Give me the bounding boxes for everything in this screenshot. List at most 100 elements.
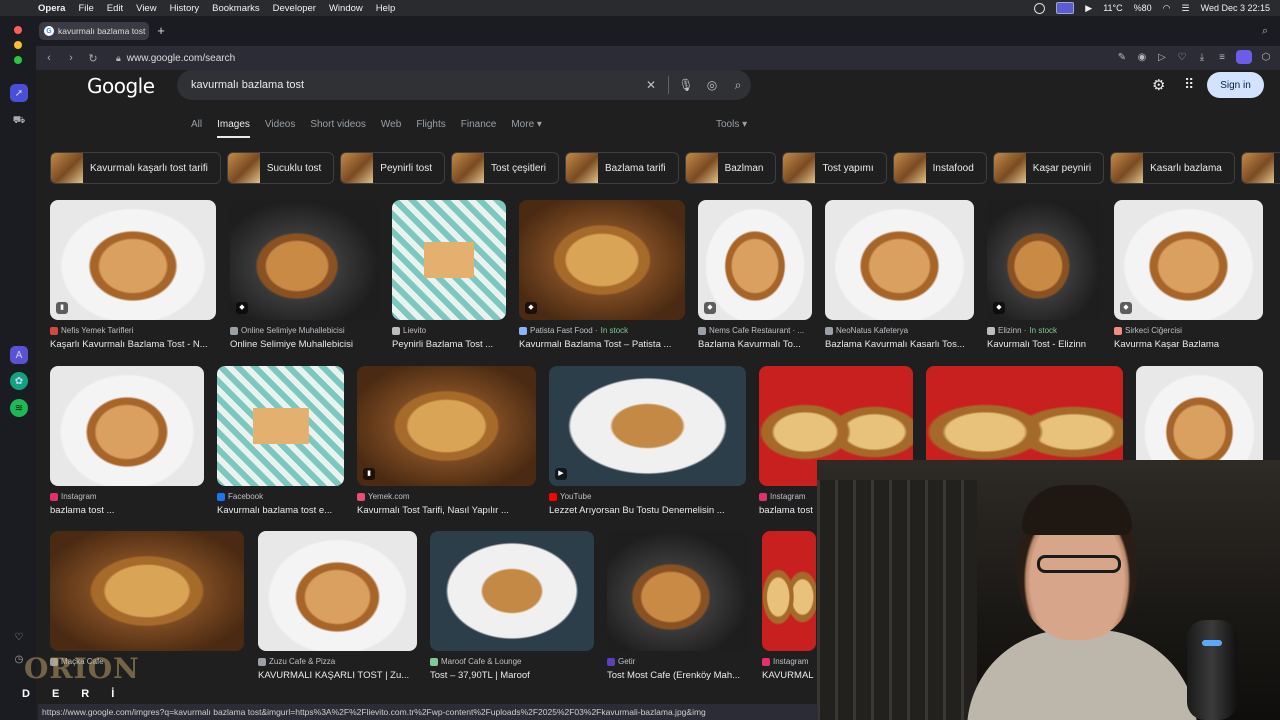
tab-more[interactable]: More ▾ bbox=[511, 119, 542, 138]
tab-google-search[interactable]: G kavurmalı bazlama tost bbox=[39, 22, 149, 40]
image-result[interactable]: NeoNatus Kafeterya Bazlama Kavurmalı Kas… bbox=[825, 200, 974, 350]
result-source[interactable]: Online Selimiye Muhallebicisi bbox=[230, 326, 379, 335]
weather-status[interactable]: 11°C bbox=[1103, 3, 1122, 13]
search-input[interactable]: kavurmalı bazlama tost bbox=[191, 79, 638, 91]
wifi-icon[interactable]: ◠ bbox=[1163, 3, 1171, 14]
result-source[interactable]: Getir bbox=[607, 657, 749, 666]
sidebar-app-icon[interactable]: A bbox=[10, 346, 28, 364]
spotify-icon[interactable]: ≋ bbox=[10, 399, 28, 417]
result-image[interactable]: ◆ bbox=[698, 200, 812, 320]
camera-icon[interactable]: ◉ bbox=[1136, 52, 1148, 63]
menu-window[interactable]: Window bbox=[329, 3, 363, 14]
result-image[interactable] bbox=[50, 531, 244, 651]
result-title[interactable]: Peynirli Bazlama Tost ... bbox=[392, 339, 506, 350]
lens-icon[interactable]: ◎ bbox=[699, 78, 725, 92]
result-image[interactable] bbox=[762, 531, 816, 651]
play-icon[interactable]: ▷ bbox=[1156, 52, 1168, 63]
result-title[interactable]: Kavurmalı bazlama tost e... bbox=[217, 505, 344, 516]
image-result[interactable]: Maçka Cafe bbox=[50, 531, 244, 670]
reload-icon[interactable]: ↻ bbox=[84, 52, 102, 65]
tab-all[interactable]: All bbox=[191, 119, 202, 138]
edit-icon[interactable]: ✎ bbox=[1116, 52, 1128, 63]
result-title[interactable]: Bazlama Kavurmalı To... bbox=[698, 339, 812, 350]
result-source[interactable]: YouTube bbox=[549, 492, 746, 501]
play-status-icon[interactable]: ▶ bbox=[1085, 3, 1092, 14]
result-image[interactable]: ◆ bbox=[1114, 200, 1263, 320]
tab-videos[interactable]: Videos bbox=[265, 119, 295, 138]
chip[interactable]: Bazlman bbox=[684, 152, 777, 184]
tab-short-videos[interactable]: Short videos bbox=[310, 119, 366, 138]
image-result[interactable]: ◆ Patista Fast Food · In stock Kavurmalı… bbox=[519, 200, 685, 350]
battery-status[interactable]: %80 bbox=[1134, 3, 1152, 13]
image-result[interactable]: ▮ Yemek.com Kavurmalı Tost Tarifi, Nasıl… bbox=[357, 366, 536, 516]
control-center-icon[interactable]: ☰ bbox=[1182, 3, 1190, 14]
result-source[interactable]: Sirkeci Ciğercisi bbox=[1114, 326, 1263, 335]
image-result[interactable]: ▮ Nefis Yemek Tarifleri Kaşarlı Kavurmal… bbox=[50, 200, 216, 350]
chip[interactable]: Kasarlı bazlama bbox=[1110, 152, 1235, 184]
result-source[interactable]: Nefis Yemek Tarifleri bbox=[50, 326, 216, 335]
extensions-icon[interactable]: ⬡ bbox=[1260, 52, 1272, 63]
image-result[interactable]: Facebook Kavurmalı bazlama tost e... bbox=[217, 366, 344, 516]
minimize-window-icon[interactable] bbox=[14, 41, 22, 49]
menu-edit[interactable]: Edit bbox=[107, 3, 123, 14]
screen-record-icon[interactable] bbox=[1056, 2, 1075, 14]
image-result[interactable]: ◆ Elizinn · In stock Kavurmalı Tost - El… bbox=[987, 200, 1101, 350]
menu-view[interactable]: View bbox=[136, 3, 156, 14]
image-result[interactable]: Instagram bazlama tost ... bbox=[50, 366, 204, 516]
chip[interactable]: Tost yapımı bbox=[782, 152, 887, 184]
tab-finance[interactable]: Finance bbox=[461, 119, 497, 138]
result-title[interactable]: Tost – 37,90TL | Maroof bbox=[430, 670, 594, 681]
result-source[interactable]: Elizinn · In stock bbox=[987, 326, 1101, 335]
clear-icon[interactable]: ✕ bbox=[638, 78, 664, 92]
image-result[interactable]: ◆ Sirkeci Ciğercisi Kavurma Kaşar Bazlam… bbox=[1114, 200, 1263, 350]
close-window-icon[interactable] bbox=[14, 26, 22, 34]
result-image[interactable]: ▶ bbox=[549, 366, 746, 486]
result-title[interactable]: KAVURMALI KAŞARLI TOST | Zu... bbox=[258, 670, 417, 681]
result-title[interactable]: Bazlama Kavurmalı Kasarlı Tos... bbox=[825, 339, 974, 350]
image-result[interactable]: Zuzu Cafe & Pizza KAVURMALI KAŞARLI TOST… bbox=[258, 531, 417, 681]
result-image[interactable] bbox=[430, 531, 594, 651]
result-title[interactable]: Lezzet Arıyorsan Bu Tostu Denemelisin ..… bbox=[549, 505, 746, 516]
result-title[interactable]: Kavurmalı Tost - Elizinn bbox=[987, 339, 1101, 350]
chip[interactable]: Bazlama tarifi bbox=[565, 152, 679, 184]
image-result[interactable]: Getir Tost Most Cafe (Erenköy Mah... bbox=[607, 531, 749, 681]
result-source[interactable]: Nems Cafe Restaurant · ... bbox=[698, 326, 812, 335]
search-icon[interactable]: ⌕ bbox=[725, 78, 751, 93]
mic-icon[interactable]: 🎙︎ bbox=[673, 78, 699, 92]
settings-gear-icon[interactable]: ⚙ bbox=[1152, 76, 1165, 94]
easy-setup-icon[interactable]: ≡ bbox=[1216, 52, 1228, 63]
chip[interactable]: Sucuklu tost bbox=[226, 152, 335, 184]
apps-grid-icon[interactable]: ⠿ bbox=[1184, 76, 1194, 93]
chip[interactable]: Tost çeşitleri bbox=[450, 152, 559, 184]
result-image[interactable] bbox=[217, 366, 344, 486]
result-source[interactable]: Maroof Cafe & Lounge bbox=[430, 657, 594, 666]
menu-bookmarks[interactable]: Bookmarks bbox=[212, 3, 260, 14]
image-result[interactable]: Instagram KAVURMAL bbox=[762, 531, 816, 681]
menu-history[interactable]: History bbox=[170, 3, 200, 14]
result-image[interactable] bbox=[50, 366, 204, 486]
result-image[interactable] bbox=[607, 531, 749, 651]
download-icon[interactable]: ⤓ bbox=[1196, 52, 1208, 63]
result-title[interactable]: Kavurmalı Tost Tarifi, Nasıl Yapılır ... bbox=[357, 505, 536, 516]
result-image[interactable]: ▮ bbox=[357, 366, 536, 486]
chip[interactable]: Kaşar peyniri bbox=[992, 152, 1105, 184]
result-image[interactable]: ◆ bbox=[987, 200, 1101, 320]
search-box[interactable]: kavurmalı bazlama tost ✕ 🎙︎ ◎ ⌕ bbox=[177, 70, 751, 100]
tools-button[interactable]: Tools ▾ bbox=[716, 119, 747, 130]
status-circle-icon[interactable] bbox=[1034, 2, 1046, 14]
image-result[interactable]: Maroof Cafe & Lounge Tost – 37,90TL | Ma… bbox=[430, 531, 594, 681]
aria-ai-icon[interactable]: ➚ bbox=[10, 84, 28, 102]
forward-icon[interactable]: › bbox=[62, 52, 80, 64]
result-source[interactable]: Instagram bbox=[762, 657, 816, 666]
result-source[interactable]: Lievito bbox=[392, 326, 506, 335]
back-icon[interactable]: ‹ bbox=[40, 52, 58, 64]
result-source[interactable]: Instagram bbox=[50, 492, 204, 501]
result-title[interactable]: Online Selimiye Muhallebicisi bbox=[230, 339, 379, 350]
result-image[interactable]: ▮ bbox=[50, 200, 216, 320]
result-source[interactable]: Patista Fast Food · In stock bbox=[519, 326, 685, 335]
result-image[interactable]: ◆ bbox=[519, 200, 685, 320]
heart-icon[interactable]: ♡ bbox=[1176, 52, 1188, 63]
result-title[interactable]: KAVURMAL bbox=[762, 670, 816, 681]
result-title[interactable]: Tost Most Cafe (Erenköy Mah... bbox=[607, 670, 749, 681]
result-image[interactable] bbox=[258, 531, 417, 651]
